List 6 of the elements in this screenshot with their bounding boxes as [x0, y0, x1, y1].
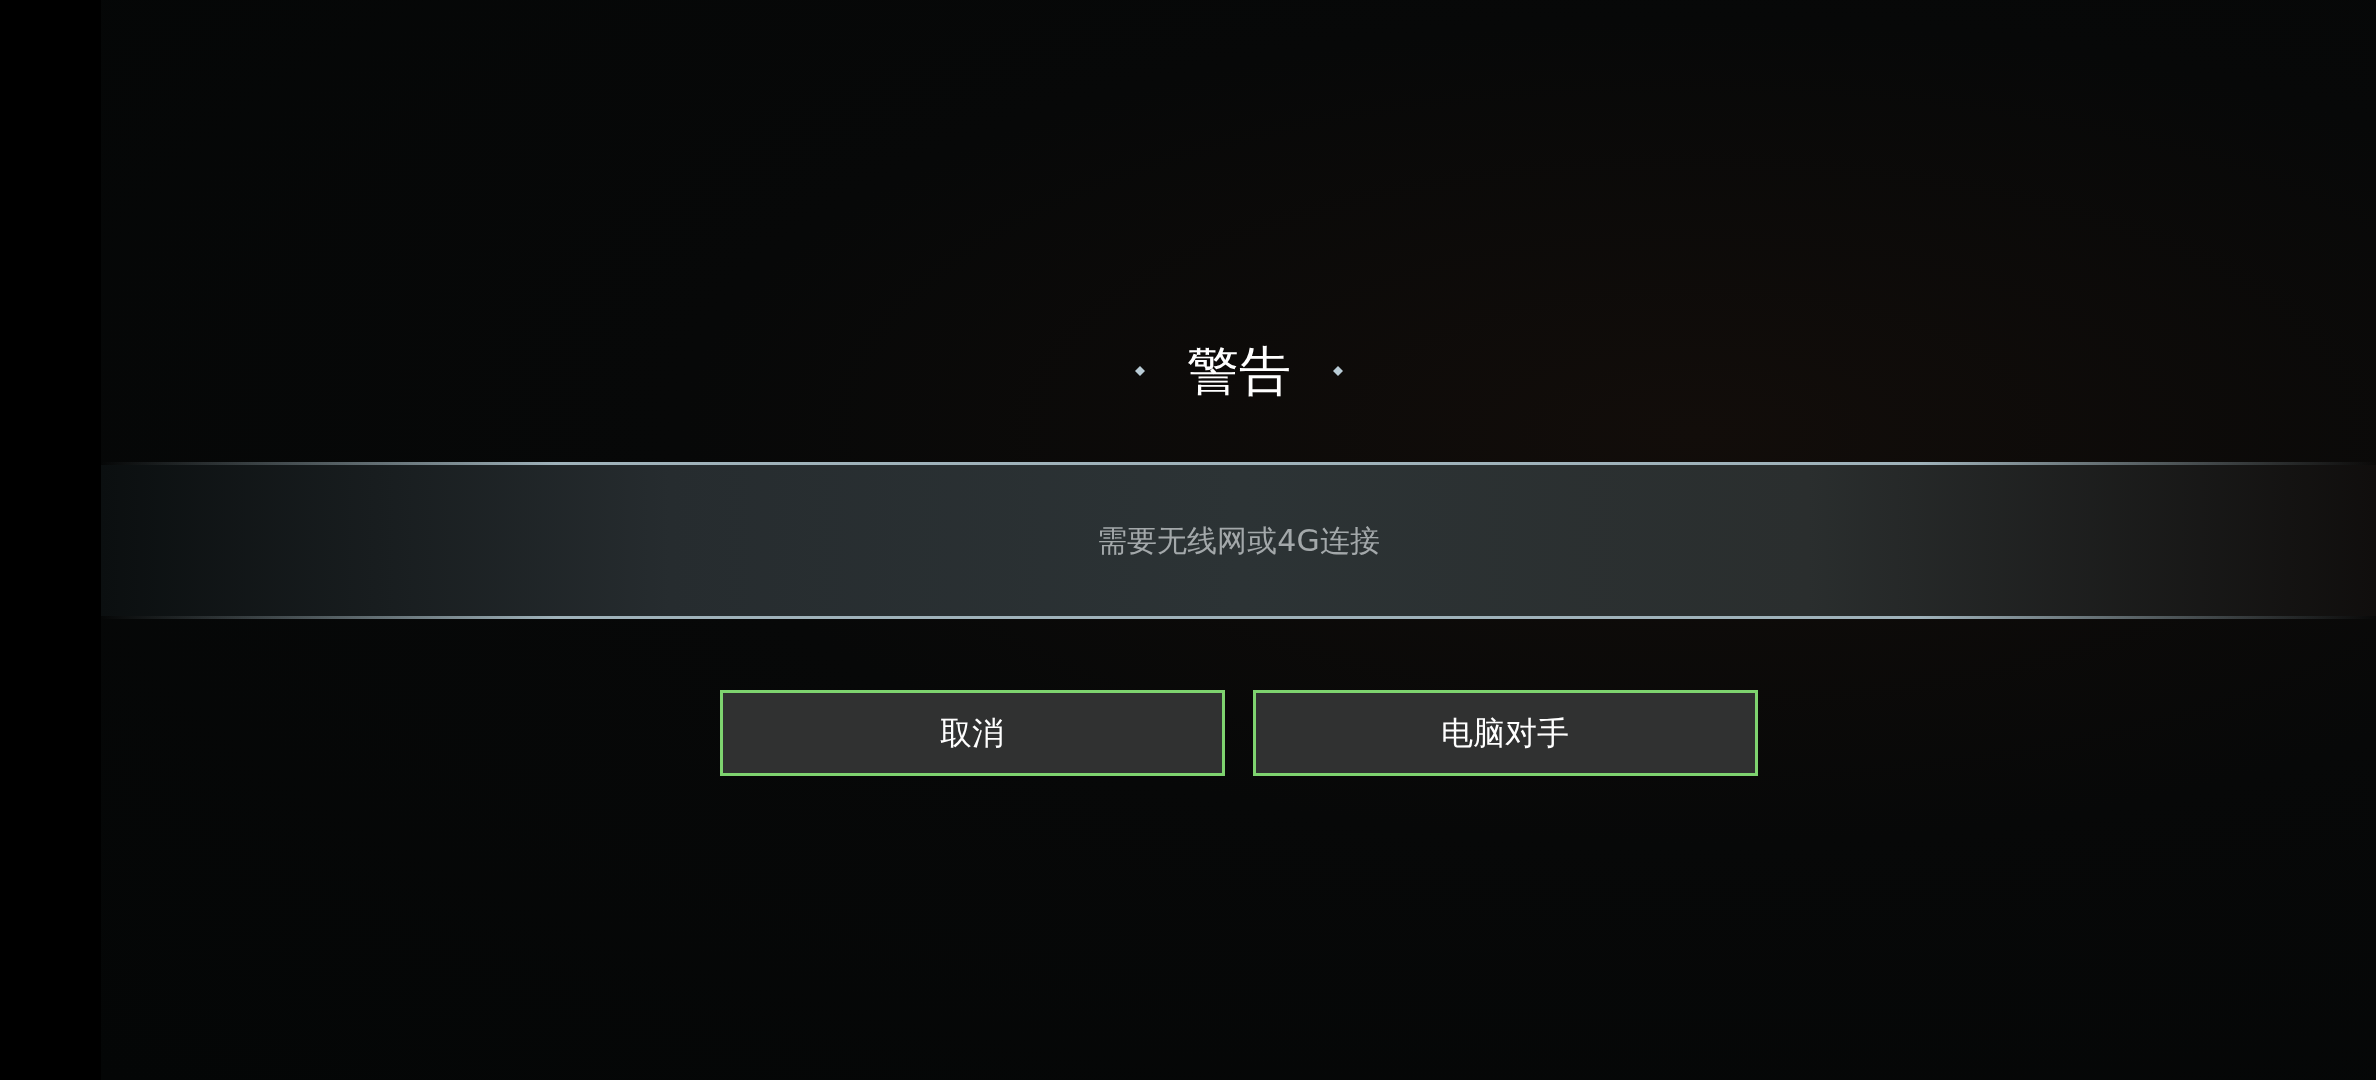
- diamond-icon: [1332, 366, 1343, 376]
- diamond-icon: [1134, 366, 1145, 376]
- dialog-button[interactable]: 取消: [719, 690, 1225, 776]
- dialog-title: 警告: [1186, 340, 1291, 403]
- message-text: 需要无线网或4G连接: [1097, 522, 1380, 560]
- dialog-button[interactable]: 电脑对手: [1252, 690, 1758, 776]
